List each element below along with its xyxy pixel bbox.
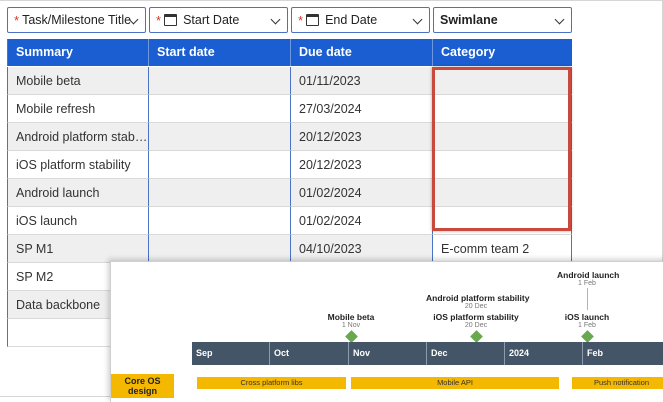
start-date-cell[interactable] [149,235,291,263]
timeline-preview: Android launch 1 Feb Android platform st… [110,261,663,402]
calendar-icon [306,14,320,26]
month-label: Feb [582,342,663,365]
due-date-cell[interactable]: 27/03/2024 [291,95,433,123]
required-marker: * [298,12,304,28]
milestone-title: Android platform stability [426,293,530,303]
task-bar[interactable]: Mobile API [351,377,559,389]
task-title-dropdown[interactable]: * Task/Milestone Title [7,7,146,33]
milestone-date: 1 Feb [578,322,596,329]
milestone-diamond[interactable] [470,330,483,343]
milestone-title: Android launch [557,270,620,280]
milestone-label: iOS platform stability 20 Dec [431,312,521,329]
milestone-title: iOS platform stability [433,312,519,322]
summary-cell[interactable]: Android platform stabi… [7,123,149,151]
column-header-start-date[interactable]: Start date [149,39,291,66]
column-header-due-date[interactable]: Due date [291,39,433,66]
swimlane-dropdown[interactable]: Swimlane [433,7,572,33]
column-header-category[interactable]: Category [433,39,572,66]
start-date-cell[interactable] [149,207,291,235]
month-label: Oct [269,342,348,365]
task-bar[interactable]: Push notification [572,377,663,389]
start-date-cell[interactable] [149,123,291,151]
milestone-label: iOS launch 1 Feb [557,312,617,329]
milestone-label: Android platform stability 20 Dec [426,293,530,310]
milestone-diamond[interactable] [581,330,594,343]
swimlane-label: Core OS design [111,374,174,398]
column-header-summary[interactable]: Summary [7,39,149,66]
dropdown-label: Start Date [183,13,240,27]
dropdown-label: Swimlane [440,13,498,27]
dropdown-label: End Date [325,13,378,27]
milestone-date: 20 Dec [464,322,488,329]
summary-cell[interactable]: SP M1 [7,235,149,263]
start-date-cell[interactable] [149,151,291,179]
dropdown-label: Task/Milestone Title [22,13,132,27]
due-date-cell[interactable]: 01/02/2024 [291,207,433,235]
month-label: Nov [348,342,426,365]
due-date-cell[interactable]: 04/10/2023 [291,235,433,263]
due-date-cell[interactable]: 20/12/2023 [291,123,433,151]
summary-cell[interactable]: iOS launch [7,207,149,235]
due-date-cell[interactable]: 01/02/2024 [291,179,433,207]
start-date-cell[interactable] [149,67,291,95]
start-date-dropdown[interactable]: * Start Date [149,7,288,33]
chevron-down-icon [270,14,281,25]
month-label: Sep [196,348,213,358]
task-bar[interactable]: Cross platform libs [197,377,346,389]
milestone-label: Mobile beta 1 Nov [321,312,381,329]
timeline-axis: Sep Oct Nov Dec 2024 Feb [192,342,663,365]
calendar-icon [164,14,178,26]
milestone-connector [587,288,588,310]
required-marker: * [156,12,162,28]
due-date-cell[interactable]: 20/12/2023 [291,151,433,179]
chevron-down-icon [554,14,565,25]
start-date-cell[interactable] [149,179,291,207]
chevron-down-icon [412,14,423,25]
summary-cell[interactable]: iOS platform stability [7,151,149,179]
summary-cell[interactable]: Mobile beta [7,67,149,95]
milestone-title: iOS launch [564,312,610,322]
category-highlight-box [432,67,571,231]
table-row[interactable]: SP M1 04/10/2023 E-comm team 2 [7,235,572,263]
milestone-date: 1 Feb [578,280,596,287]
summary-cell[interactable]: Android launch [7,179,149,207]
milestone-label: Android launch 1 Feb [557,270,620,287]
milestone-date: 1 Nov [341,322,361,329]
milestone-date: 20 Dec [464,303,488,310]
start-date-cell[interactable] [149,95,291,123]
month-label: Dec [426,342,504,365]
required-marker: * [14,12,20,28]
milestone-diamond[interactable] [345,330,358,343]
month-label: 2024 [504,342,582,365]
summary-cell[interactable]: Mobile refresh [7,95,149,123]
milestone-title: Mobile beta [327,312,375,322]
end-date-dropdown[interactable]: * End Date [291,7,430,33]
due-date-cell[interactable]: 01/11/2023 [291,67,433,95]
category-cell[interactable]: E-comm team 2 [433,235,572,263]
table-header: Summary Start date Due date Category [7,39,572,66]
